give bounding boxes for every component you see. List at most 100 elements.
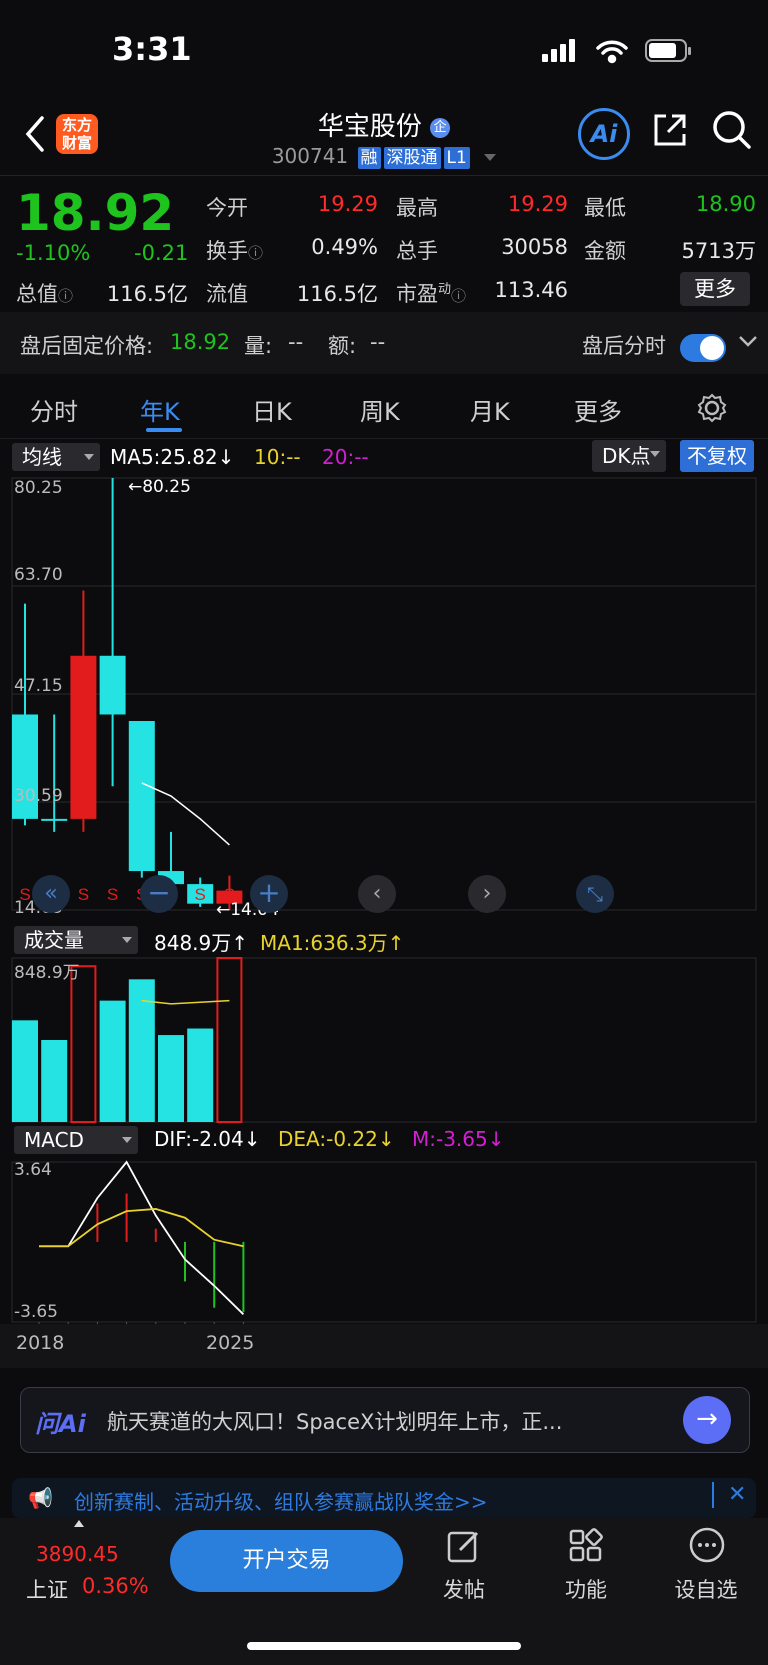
volume-ma1-legend: MA1:636.3万↑ [260, 931, 405, 955]
zoom-out-icon[interactable]: − [140, 875, 178, 913]
connect-tag: 深股通 [383, 147, 441, 169]
status-icons [542, 39, 691, 64]
quote-panel: 18.92 -1.10% -0.21 总值ⓘ 116.5亿 今开 19.29 换… [0, 175, 768, 306]
wifi-icon [596, 40, 628, 64]
status-bar: 3:31 [0, 0, 768, 100]
next-icon[interactable]: › [468, 875, 506, 913]
stock-header: 华宝股份 企 300741 融深股通 L1 Ai [0, 100, 768, 175]
volume-bar [216, 957, 243, 1123]
divider [712, 1482, 714, 1508]
arrow-down-icon: ↓ [487, 1127, 505, 1151]
volume-select[interactable]: 成交量 [14, 926, 138, 954]
ask-ai-bar[interactable]: 问Ai 航天赛道的大风口！SpaceX计划明年上市，正... → [20, 1387, 750, 1453]
volume-bar [41, 1040, 68, 1122]
tab-monthly-k[interactable]: 月K [470, 392, 510, 427]
add-watchlist-button[interactable]: 设自选 [666, 1574, 746, 1604]
more-dots-icon[interactable] [688, 1526, 726, 1564]
float-value: 116.5亿 [296, 282, 378, 306]
arrow-right-icon[interactable]: → [683, 1396, 731, 1444]
volume-label: 总手 [396, 239, 438, 263]
volume-bar [12, 1020, 38, 1122]
ma10-legend: 10:-- [254, 445, 301, 469]
zoom-in-icon[interactable]: + [250, 875, 288, 913]
signal-marker: S [107, 885, 118, 904]
open-account-trade-button[interactable]: 开户交易 [170, 1530, 403, 1592]
ai-button[interactable]: Ai [578, 108, 630, 160]
share-icon[interactable] [650, 110, 690, 150]
stock-code: 300741 [271, 144, 349, 168]
caret-up-icon[interactable] [74, 1520, 84, 1527]
zoom-left-icon[interactable]: « [32, 875, 70, 913]
candle-body [41, 818, 68, 821]
after-intraday-label: 盘后分时 [582, 334, 666, 358]
macd-dea-line [39, 1208, 244, 1248]
candle-body [99, 655, 126, 715]
current-price: 18.92 [16, 184, 175, 242]
arrow-down-icon: ↓ [377, 1127, 395, 1151]
x-label-end: 2025 [206, 1332, 255, 1354]
ma-select[interactable]: 均线 [12, 443, 100, 471]
amount-value: 5713万 [681, 239, 756, 263]
macd-y-top: 3.64 [14, 1160, 52, 1180]
index-pct[interactable]: 0.36% [82, 1574, 149, 1598]
tab-daily-k[interactable]: 日K [252, 392, 292, 427]
after-hours-bar: 盘后固定价格: 18.92 量: -- 额: -- 盘后分时 [0, 312, 768, 374]
expand-icon[interactable]: ⤡ [576, 875, 614, 913]
index-value[interactable]: 3890.45 [36, 1542, 119, 1566]
macd-m-legend: M:-3.65↓ [412, 1127, 505, 1151]
post-button[interactable]: 发帖 [424, 1574, 504, 1604]
change-amount: -0.21 [134, 241, 189, 265]
max-annotation: ←80.25 [128, 477, 191, 497]
no-adjust-button[interactable]: 不复权 [680, 440, 754, 472]
tab-intraday[interactable]: 分时 [30, 392, 78, 427]
prev-icon[interactable]: ‹ [358, 875, 396, 913]
chevron-down-icon[interactable] [738, 334, 758, 348]
ma5-legend: MA5:25.82↓ [110, 445, 235, 469]
dropdown-icon[interactable] [484, 154, 497, 161]
tab-weekly-k[interactable]: 周K [360, 392, 400, 427]
more-button[interactable]: 更多 [680, 272, 750, 306]
info-icon[interactable]: ⓘ [451, 287, 466, 305]
index-name[interactable]: 上证 [26, 1574, 68, 1604]
arrow-up-icon: ↑ [231, 931, 249, 955]
after-vol: -- [288, 330, 304, 354]
volume-bar [99, 1000, 126, 1122]
dk-point-select[interactable]: DK点 [592, 440, 666, 472]
macd-dea-legend: DEA:-0.22↓ [278, 1127, 395, 1151]
after-price: 18.92 [170, 330, 231, 354]
close-icon[interactable]: ✕ [728, 1482, 746, 1507]
after-amt-label: 额: [328, 334, 357, 358]
after-hours-toggle[interactable] [680, 334, 726, 362]
after-amt: -- [370, 330, 386, 354]
tab-indicator [146, 428, 182, 432]
after-vol-label: 量: [244, 334, 273, 358]
arrow-down-icon: ↓ [217, 445, 235, 469]
margin-tag: 融 [357, 147, 381, 169]
change-pct: -1.10% [16, 241, 91, 265]
macd-y-bottom: -3.65 [14, 1302, 58, 1322]
volume-legend: 848.9万↑ [154, 931, 249, 955]
info-icon[interactable]: ⓘ [248, 244, 263, 262]
x-label-start: 2018 [16, 1332, 65, 1354]
banner-text: 创新赛制、活动升级、组队参赛赢战队奖金>> [74, 1490, 488, 1514]
gear-icon[interactable] [696, 392, 728, 424]
post-edit-icon[interactable] [446, 1528, 482, 1564]
volume-legend-row: 成交量 848.9万↑ MA1:636.3万↑ [0, 924, 768, 956]
function-button[interactable]: 功能 [546, 1574, 626, 1604]
signal-marker: S [78, 885, 89, 904]
macd-dif-legend: DIF:-2.04↓ [154, 1127, 261, 1151]
enterprise-badge-icon: 企 [430, 117, 451, 138]
info-icon[interactable]: ⓘ [58, 287, 73, 305]
tab-yearly-k[interactable]: 年K [140, 392, 180, 427]
promo-banner[interactable]: 📢 创新赛制、活动升级、组队参赛赢战队奖金>> ✕ [12, 1478, 756, 1518]
level-tag: L1 [443, 147, 470, 169]
arrow-down-icon: ↓ [243, 1127, 261, 1151]
grid-icon[interactable] [568, 1528, 604, 1564]
macd-select[interactable]: MACD [14, 1126, 138, 1154]
volume-bar [158, 1035, 184, 1122]
search-icon[interactable] [710, 108, 754, 152]
tab-more[interactable]: 更多 [574, 392, 622, 427]
app-logo: 东方 财富 [56, 114, 98, 154]
pe-label: 市盈动ⓘ [396, 282, 467, 306]
turnover-value: 0.49% [311, 235, 378, 259]
